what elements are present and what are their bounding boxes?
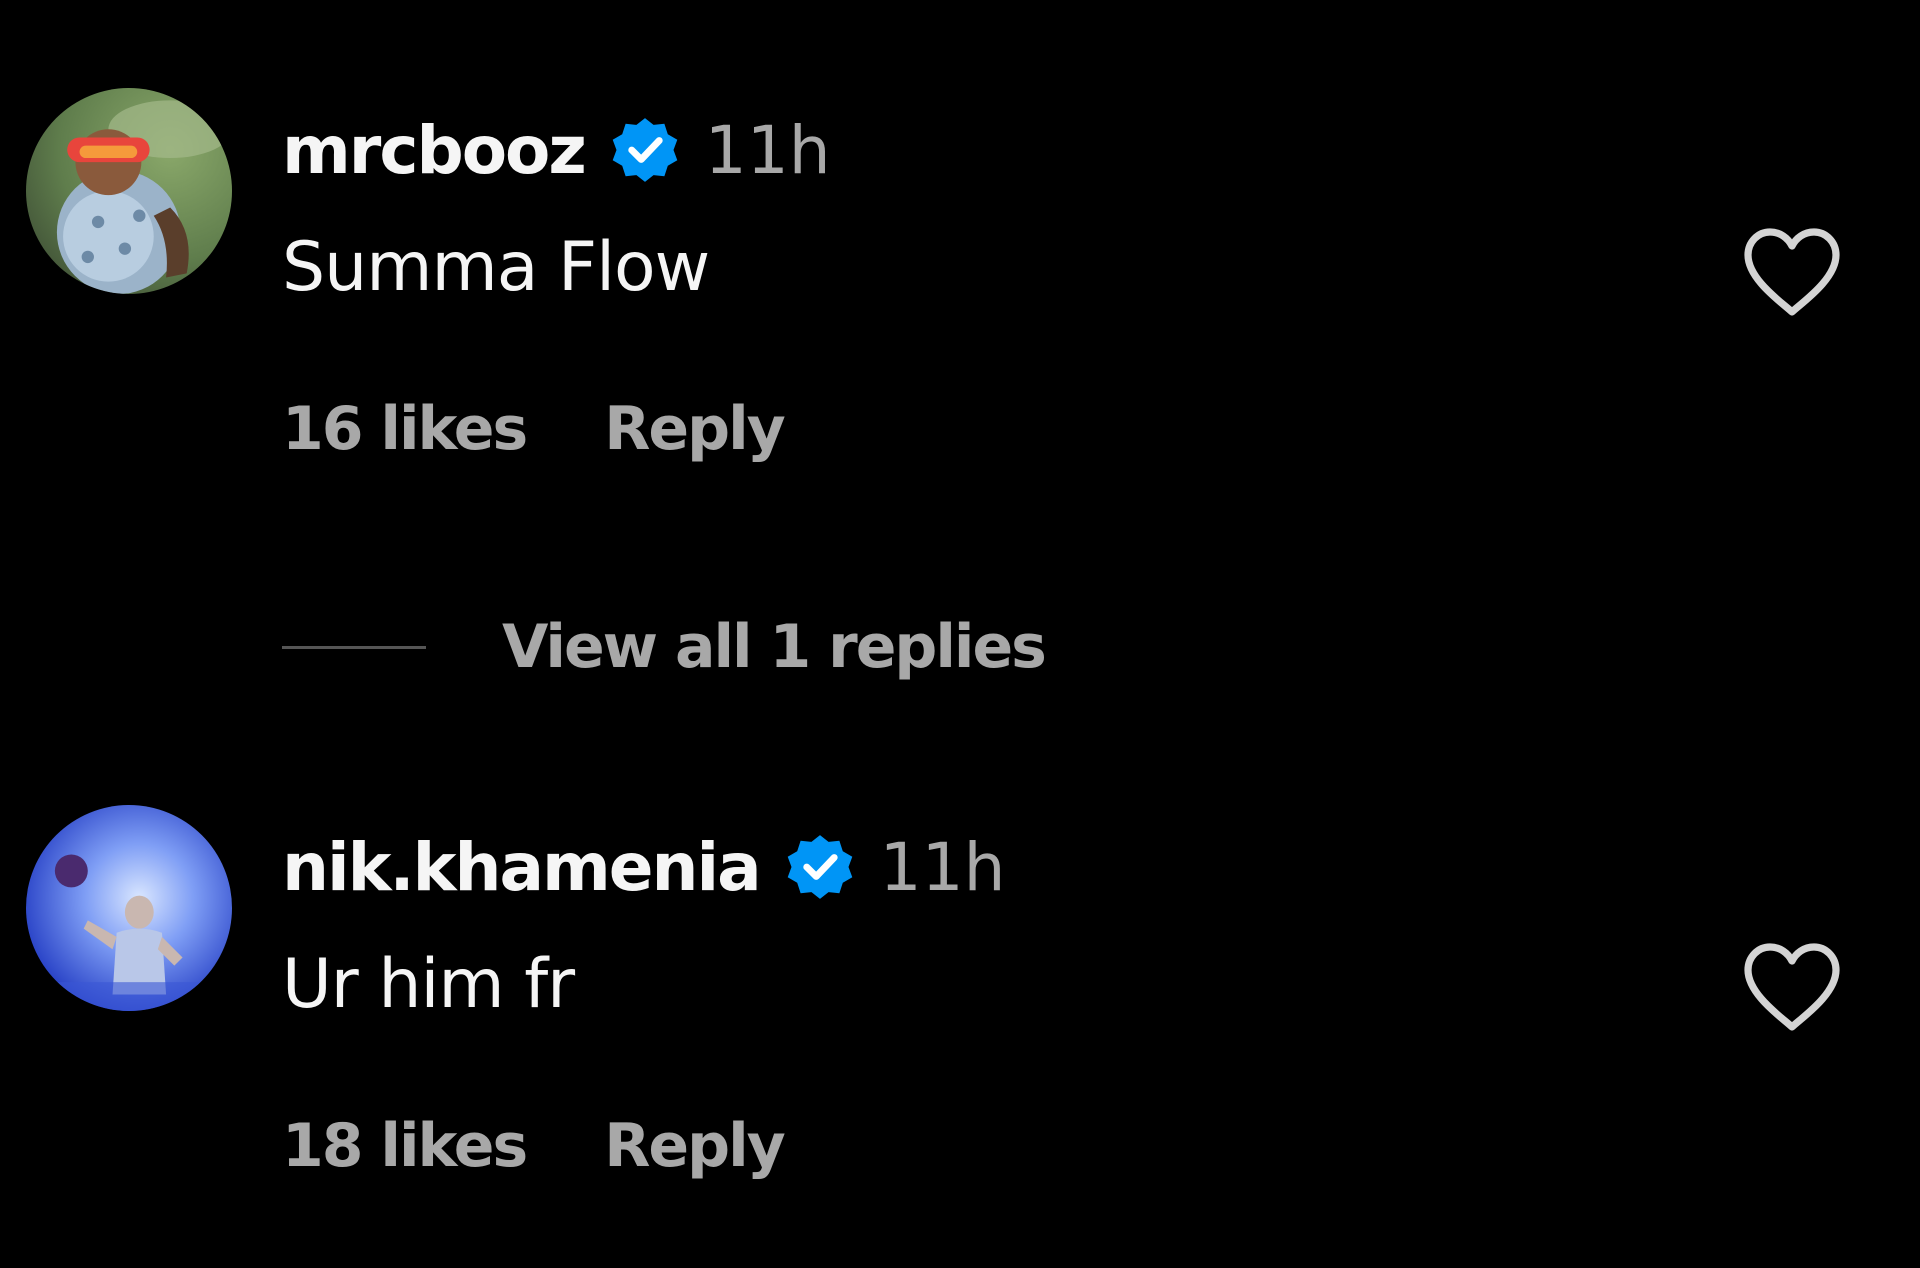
avatar-photo (26, 805, 232, 1011)
verified-badge-icon (607, 112, 683, 188)
heart-outline-icon[interactable] (1740, 224, 1844, 320)
comment-header: mrcbooz 11h (282, 106, 831, 194)
comment-actions: 16 likes Reply (282, 394, 786, 464)
comment-text: Summa Flow (282, 228, 710, 307)
likes-count[interactable]: 16 likes (282, 394, 528, 464)
reply-button[interactable]: Reply (604, 1111, 786, 1181)
heart-outline-icon[interactable] (1740, 939, 1844, 1035)
view-replies-label: View all 1 replies (502, 612, 1047, 682)
comment-actions: 18 likes Reply (282, 1111, 786, 1181)
username[interactable]: nik.khamenia (282, 829, 762, 906)
comment-header: nik.khamenia 11h (282, 823, 1005, 911)
comment-timestamp: 11h (879, 828, 1006, 906)
comment-item: mrcbooz 11h Summa Flow 16 likes Reply Vi… (0, 0, 1920, 682)
reply-button[interactable]: Reply (604, 394, 786, 464)
likes-count[interactable]: 18 likes (282, 1111, 528, 1181)
avatar-photo (26, 88, 232, 294)
replies-divider (282, 645, 426, 649)
comment-timestamp: 11h (704, 111, 831, 189)
username[interactable]: mrcbooz (282, 112, 587, 189)
view-replies-button[interactable]: View all 1 replies (282, 612, 1047, 682)
avatar[interactable] (26, 88, 232, 294)
verified-badge-icon (782, 829, 858, 905)
comment-item: nik.khamenia 11h Ur him fr 18 likes Repl… (0, 713, 1920, 1181)
avatar[interactable] (26, 805, 232, 1011)
comment-text: Ur him fr (282, 945, 575, 1024)
